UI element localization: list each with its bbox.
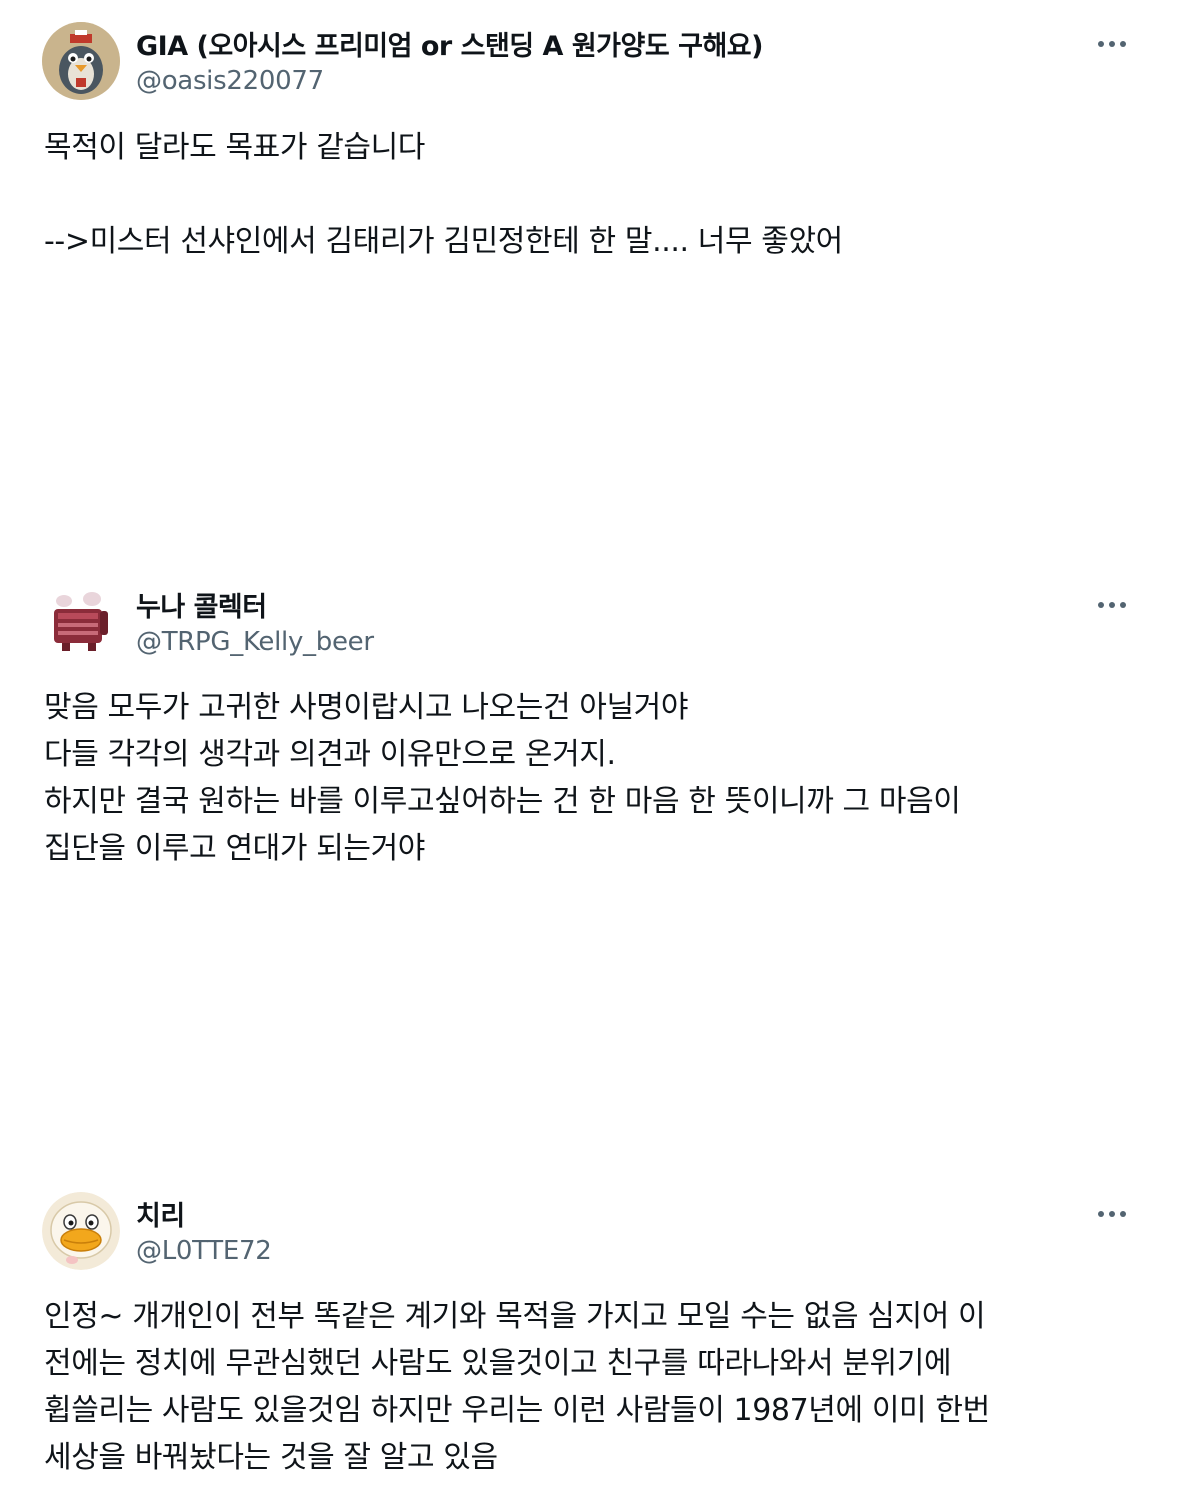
tweet-line: -->미스터 선샤인에서 김태리가 김민정한테 한 말.... 너무 좋았어	[44, 224, 843, 259]
character-avatar-icon[interactable]	[42, 583, 120, 661]
display-name[interactable]: 누나 콜렉터	[136, 585, 267, 624]
tweet-line: 집단을 이루고 연대가 되는거야	[44, 831, 426, 866]
tweet-line: 맞음 모두가 고귀한 사명이랍시고 나오는건 아닐거야	[44, 690, 689, 725]
tweet-1[interactable]: GIA (오아시스 프리미엄 or 스탠딩 A 원가양도 구해요) @oasis…	[0, 22, 1179, 282]
tweet-2[interactable]: 누나 콜렉터 @TRPG_Kelly_beer 맞음 모두가 고귀한 사명이랍시…	[0, 583, 1179, 883]
more-options-icon[interactable]	[1090, 593, 1134, 617]
user-handle[interactable]: @L0TTE72	[136, 1236, 272, 1266]
tweet-text: 목적이 달라도 목표가 같습니다 -->미스터 선샤인에서 김태리가 김민정한테…	[44, 124, 1144, 265]
more-options-icon[interactable]	[1090, 1202, 1134, 1226]
tweet-text: 인정~ 개개인이 전부 똑같은 계기와 목적을 가지고 모일 수는 없음 심지어…	[44, 1293, 1144, 1481]
duck-avatar-icon[interactable]	[42, 1192, 120, 1270]
display-name[interactable]: GIA (오아시스 프리미엄 or 스탠딩 A 원가양도 구해요)	[136, 24, 763, 63]
tweet-header: 치리 @L0TTE72	[0, 1192, 1179, 1276]
tweet-line: 목적이 달라도 목표가 같습니다	[44, 130, 426, 165]
tweet-line: 전에는 정치에 무관심했던 사람도 있을것이고 친구를 따라나와서 분위기에	[44, 1346, 952, 1381]
tweet-line: 하지만 결국 원하는 바를 이루고싶어하는 건 한 마음 한 뜻이니까 그 마음…	[44, 784, 961, 819]
tweet-line	[44, 171, 1144, 218]
tweet-text: 맞음 모두가 고귀한 사명이랍시고 나오는건 아닐거야 다들 각각의 생각과 의…	[44, 684, 1144, 872]
tweet-line: 인정~ 개개인이 전부 똑같은 계기와 목적을 가지고 모일 수는 없음 심지어…	[44, 1299, 986, 1334]
more-options-icon[interactable]	[1090, 32, 1134, 56]
penguin-avatar-icon[interactable]	[42, 22, 120, 100]
user-handle[interactable]: @oasis220077	[136, 66, 324, 96]
tweet-line: 세상을 바꿔놨다는 것을 잘 알고 있음	[44, 1440, 498, 1475]
tweet-3[interactable]: 치리 @L0TTE72 인정~ 개개인이 전부 똑같은 계기와 목적을 가지고 …	[0, 1192, 1179, 1492]
display-name[interactable]: 치리	[136, 1194, 185, 1233]
user-handle[interactable]: @TRPG_Kelly_beer	[136, 627, 374, 657]
tweet-header: GIA (오아시스 프리미엄 or 스탠딩 A 원가양도 구해요) @oasis…	[0, 22, 1179, 106]
tweet-line: 다들 각각의 생각과 의견과 이유만으로 온거지.	[44, 737, 616, 772]
tweet-line: 휩쓸리는 사람도 있을것임 하지만 우리는 이런 사람들이 1987년에 이미 …	[44, 1393, 990, 1428]
tweet-header: 누나 콜렉터 @TRPG_Kelly_beer	[0, 583, 1179, 667]
